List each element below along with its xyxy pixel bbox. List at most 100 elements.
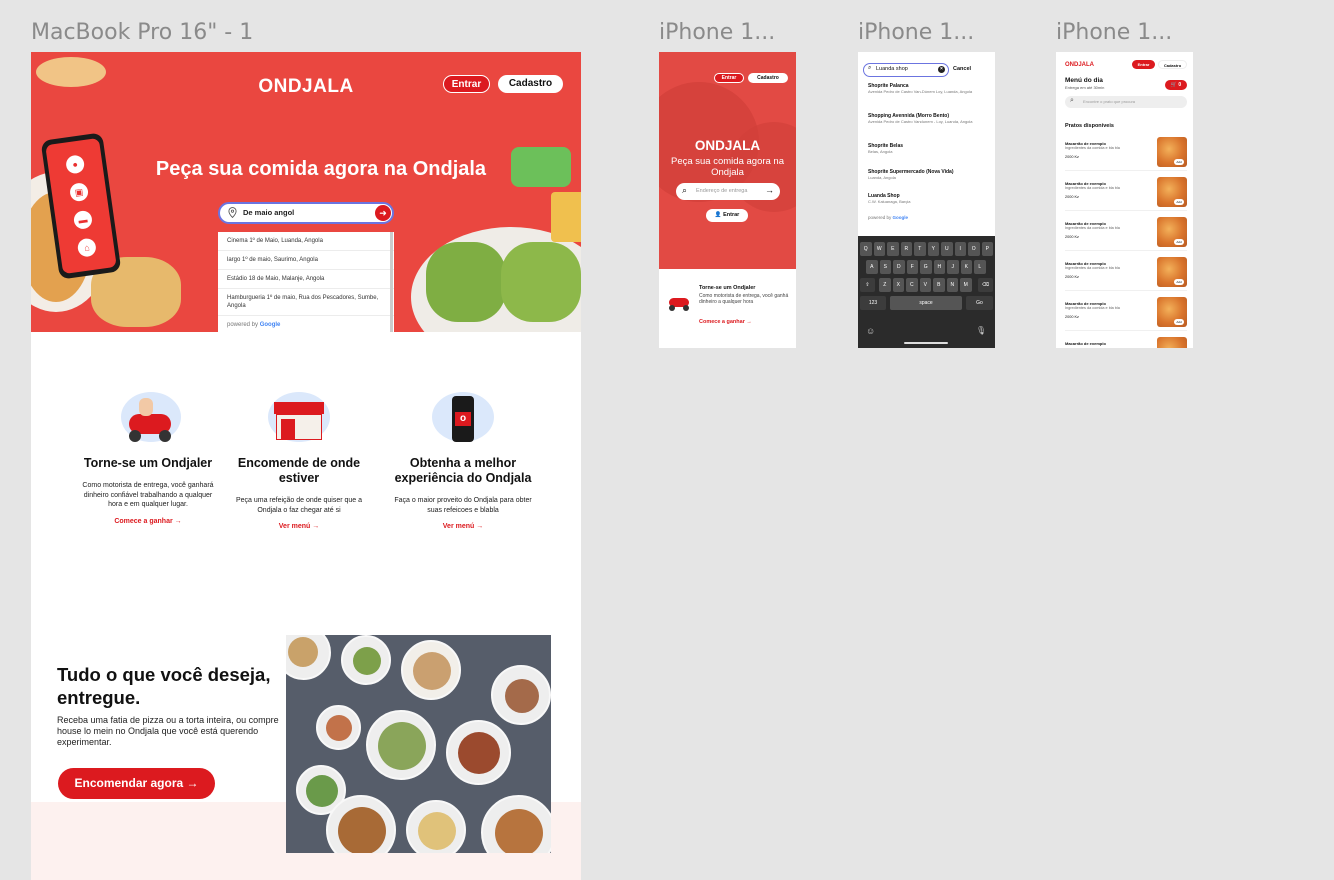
search-input[interactable]: ⌕ Luanda shop ×: [863, 63, 949, 77]
key-x[interactable]: X: [892, 278, 904, 292]
search-result[interactable]: Shopping Avennida (Morro Bento) Avenida P…: [868, 113, 990, 124]
microphone-icon[interactable]: 🎙: [976, 326, 986, 335]
key-a[interactable]: A: [866, 260, 878, 274]
dish-item[interactable]: Macarrão de exemplo Ingredientes da comid…: [1065, 137, 1187, 171]
on-screen-keyboard[interactable]: Q W E R T Y U I O P A S D F G H J K L ⇧ Z X C V B N M ⌫ 123 space Go ☺ 🎙: [858, 236, 995, 348]
frame-label-iphone2[interactable]: iPhone 1...: [858, 20, 974, 45]
address-search-input[interactable]: De maio angol ➜: [218, 202, 394, 224]
cancel-button[interactable]: Cancel: [953, 66, 971, 72]
suggestion-item[interactable]: Hamburgueria 1º de maio, Rua dos Pescado…: [218, 289, 394, 316]
iphone3-frame[interactable]: ONDJALA Entrar Cadastro Menú do dia Entr…: [1056, 52, 1193, 348]
iphone2-frame[interactable]: ⌕ Luanda shop × Cancel Shoprite Palanca A…: [858, 52, 995, 348]
key-e[interactable]: E: [887, 242, 899, 256]
add-dish-button[interactable]: Add: [1174, 319, 1184, 325]
frame-label-iphone1[interactable]: iPhone 1...: [659, 20, 775, 45]
frame-label-iphone3[interactable]: iPhone 1...: [1056, 20, 1172, 45]
ver-menu-link[interactable]: Ver menú →: [393, 523, 533, 530]
key-k[interactable]: K: [960, 260, 972, 274]
key-z[interactable]: Z: [879, 278, 891, 292]
address-suggestions: Cinema 1º de Maio, Luanda, Angola largo …: [218, 232, 394, 332]
ondjala-logo[interactable]: ONDJALA: [659, 138, 796, 153]
space-key[interactable]: space: [890, 296, 962, 310]
key-y[interactable]: Y: [927, 242, 939, 256]
comece-a-ganhar-link[interactable]: Comece a ganhar →: [78, 518, 218, 525]
cadastro-button[interactable]: Cadastro: [498, 75, 563, 93]
comece-a-ganhar-link[interactable]: Comece a ganhar →: [699, 319, 752, 325]
search-icon: ⌕: [1070, 97, 1074, 104]
shift-key[interactable]: ⇧: [860, 278, 875, 292]
frame-label-desktop[interactable]: MacBook Pro 16" - 1: [31, 20, 253, 45]
address-search-input[interactable]: ⌕ Endereço de entrega →: [676, 183, 780, 200]
key-m[interactable]: M: [960, 278, 972, 292]
add-dish-button[interactable]: Add: [1174, 159, 1184, 165]
key-j[interactable]: J: [947, 260, 959, 274]
key-g[interactable]: G: [920, 260, 932, 274]
suggestion-item[interactable]: largo 1º de maio, Saurimo, Angola: [218, 251, 394, 270]
key-n[interactable]: N: [946, 278, 958, 292]
entrar-button[interactable]: Entrar: [443, 75, 490, 93]
cadastro-button[interactable]: Cadastro: [1158, 60, 1187, 69]
key-l[interactable]: L: [974, 260, 986, 274]
backspace-key[interactable]: ⌫: [978, 278, 993, 292]
key-t[interactable]: T: [914, 242, 926, 256]
key-d[interactable]: D: [893, 260, 905, 274]
numbers-key[interactable]: 123: [860, 296, 886, 310]
key-w[interactable]: W: [873, 242, 885, 256]
key-q[interactable]: Q: [860, 242, 872, 256]
cadastro-button[interactable]: Cadastro: [748, 73, 788, 83]
entrar-button[interactable]: Entrar: [1132, 60, 1155, 69]
dropdown-scrollbar[interactable]: [390, 232, 393, 332]
search-result[interactable]: Luanda Shop C.W. Kaluanaga, Barçia: [868, 193, 990, 204]
dish-description: Ingredientes da comida e bla bla: [1065, 226, 1120, 230]
google-wordmark: Google: [259, 322, 281, 328]
dish-photo: Add: [1157, 337, 1187, 348]
search-result[interactable]: Shoprite Supermercado (Nova Vida) Luanda,…: [868, 169, 990, 180]
dish-item[interactable]: Macarrão de exemplo Ingredientes da comid…: [1065, 177, 1187, 211]
key-p[interactable]: P: [981, 242, 993, 256]
key-i[interactable]: I: [954, 242, 966, 256]
dish-item[interactable]: Macarrão de exemplo Ingredientes da comid…: [1065, 217, 1187, 251]
key-r[interactable]: R: [900, 242, 912, 256]
search-submit-button[interactable]: ➜: [375, 205, 391, 221]
dish-item[interactable]: Macarrão de exemplo Ingredientes da comid…: [1065, 297, 1187, 331]
key-h[interactable]: H: [933, 260, 945, 274]
key-b[interactable]: B: [933, 278, 945, 292]
cart-button[interactable]: 🛒 0: [1165, 80, 1187, 90]
key-c[interactable]: C: [906, 278, 918, 292]
entrar-button[interactable]: Entrar: [714, 73, 744, 83]
add-dish-button[interactable]: Add: [1174, 279, 1184, 285]
desktop-frame[interactable]: ● ▣ ▬ ⌂ ONDJALA Entrar Cadastro Peça sua…: [31, 52, 581, 880]
add-dish-button[interactable]: Add: [1174, 199, 1184, 205]
iphone1-frame[interactable]: Entrar Cadastro ONDJALA Peça sua comida …: [659, 52, 796, 348]
go-key[interactable]: Go: [966, 296, 993, 310]
ondjala-logo[interactable]: ONDJALA: [1065, 62, 1094, 68]
key-s[interactable]: S: [879, 260, 891, 274]
home-indicator: [904, 342, 948, 344]
search-result[interactable]: Shoprite Palanca Avenida Pedro de Castro …: [868, 83, 990, 94]
emoji-icon[interactable]: ☺: [866, 326, 875, 336]
key-o[interactable]: O: [968, 242, 980, 256]
dish-search-input[interactable]: ⌕ Encontre o prato que procura: [1065, 96, 1187, 108]
encomendar-agora-button[interactable]: Encomendar agora →: [58, 768, 215, 799]
search-result[interactable]: Shoprite Belas Belas, Angola: [868, 143, 990, 154]
mobile-hero: Entrar Cadastro ONDJALA Peça sua comida …: [659, 52, 796, 269]
search-placeholder: Endereço de entrega: [696, 188, 748, 194]
store-icon: ▣: [68, 181, 90, 203]
google-wordmark: Google: [892, 215, 909, 220]
dish-item[interactable]: Macarrão de exemplo Ingredientes da comid…: [1065, 257, 1187, 291]
suggestion-item[interactable]: Estádio 18 de Maio, Malanje, Angola: [218, 270, 394, 289]
taco-right-decoration: [501, 242, 581, 322]
ver-menu-link[interactable]: Ver menú →: [229, 523, 369, 530]
dish-item[interactable]: Macarrão de exemplo Add: [1065, 337, 1187, 348]
add-dish-button[interactable]: Add: [1174, 239, 1184, 245]
key-u[interactable]: U: [941, 242, 953, 256]
key-f[interactable]: F: [906, 260, 918, 274]
dish-price: 2000 Kz: [1065, 315, 1079, 319]
clear-icon[interactable]: ×: [938, 66, 945, 73]
search-icon: ⌕: [868, 65, 872, 71]
key-v[interactable]: V: [919, 278, 931, 292]
arrow-right-icon[interactable]: →: [765, 185, 774, 195]
entrar-pill-button[interactable]: 👤 Entrar: [706, 209, 748, 222]
suggestion-item[interactable]: Cinema 1º de Maio, Luanda, Angola: [218, 232, 394, 251]
search-value: Luanda shop: [876, 66, 908, 72]
